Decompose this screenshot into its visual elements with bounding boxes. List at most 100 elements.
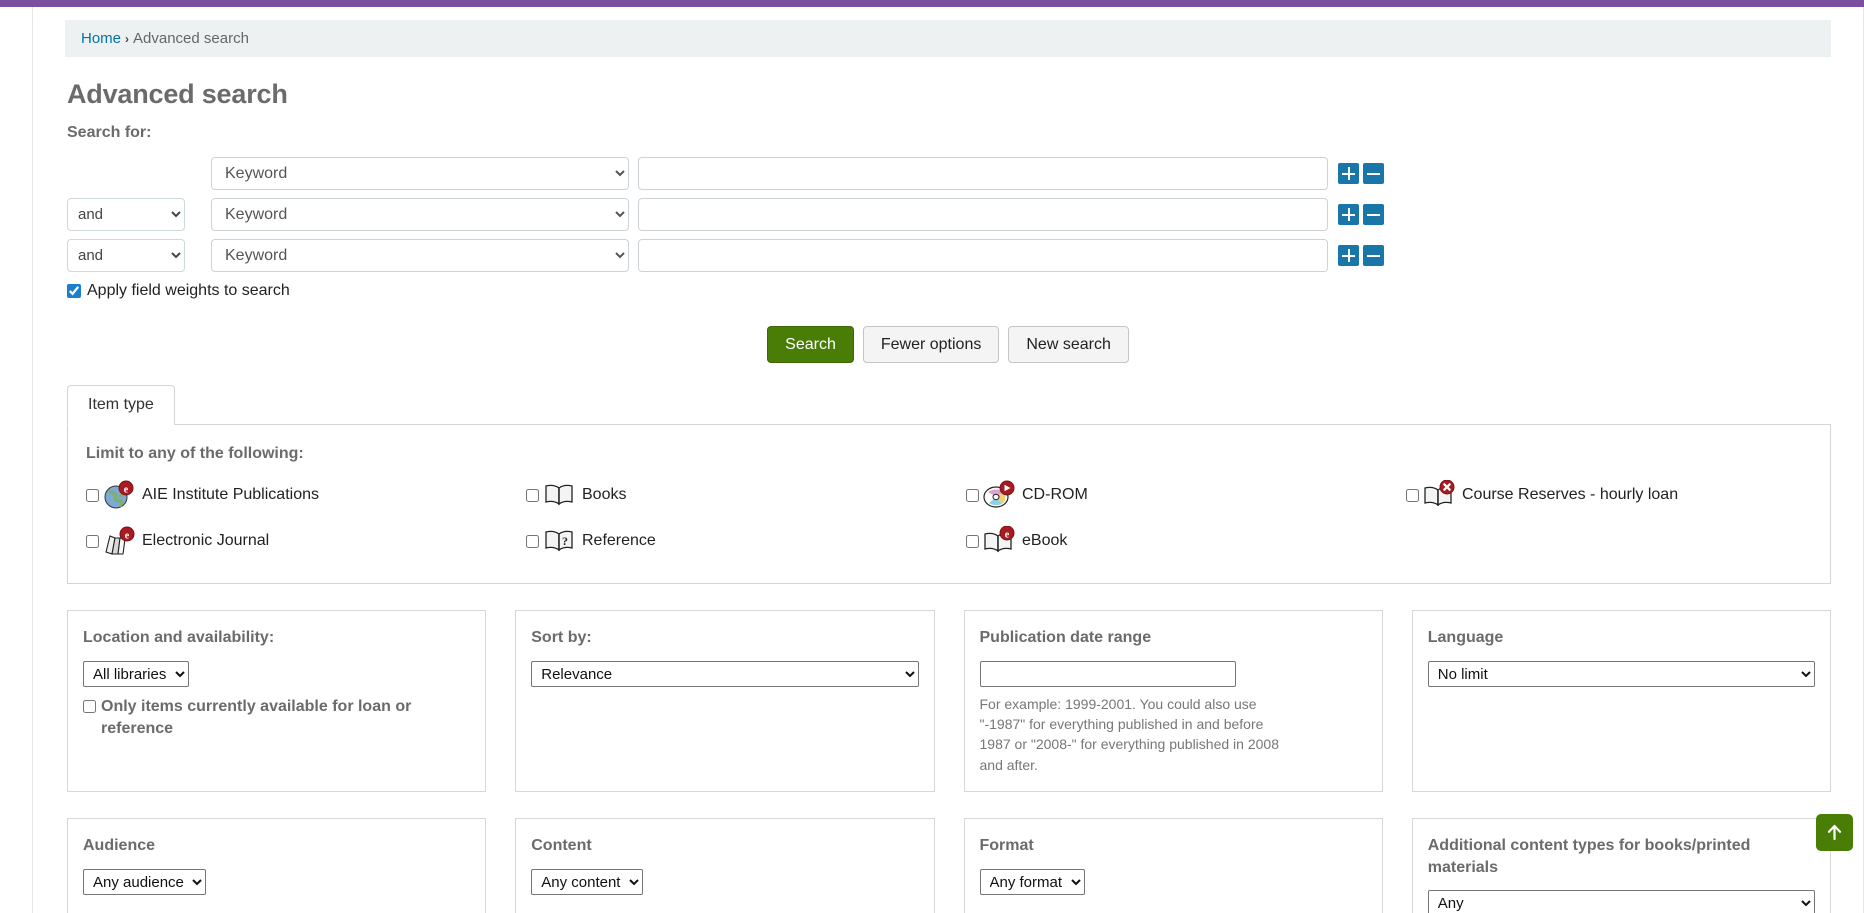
field-select-cell-1: Keyword [211, 156, 629, 190]
breadcrumb-home-link[interactable]: Home [81, 30, 121, 47]
top-accent-bar [0, 0, 1864, 7]
remove-row-button-2[interactable] [1363, 203, 1384, 225]
audience-select[interactable]: Any audience [83, 868, 206, 895]
search-button[interactable]: Search [767, 326, 854, 364]
svg-text:e: e [125, 531, 130, 542]
available-only-label: Only items currently available for loan … [101, 697, 412, 738]
filter-title: Location and availability: [83, 629, 275, 647]
item-type-label: AIE Institute Publications [142, 486, 319, 504]
breadcrumb: Home › Advanced search [65, 20, 1831, 57]
breadcrumb-separator-icon: › [125, 32, 130, 46]
item-type-checkbox-books[interactable] [526, 488, 539, 502]
book-x-icon [1422, 479, 1456, 510]
item-type-checkbox-aie-institute-publications[interactable] [86, 488, 99, 502]
filter-audience: Audience Any audience [67, 817, 487, 913]
svg-text:?: ? [562, 534, 568, 548]
new-search-button[interactable]: New search [1008, 326, 1129, 364]
arrow-up-icon [1827, 824, 1842, 841]
boolean-operator-cell-2: and [67, 197, 189, 231]
row-controls-2 [1338, 203, 1384, 225]
tab-strip: Item type [67, 385, 1831, 426]
filter-language: Language No limit [1411, 610, 1831, 792]
journals-e-icon: e [102, 526, 136, 556]
add-row-button-1[interactable] [1338, 162, 1359, 184]
search-term-input-3[interactable] [638, 238, 1328, 272]
item-type-checkbox-electronic-journal[interactable] [86, 534, 99, 548]
available-only-row[interactable]: Only items currently available for loan … [83, 696, 470, 741]
filter-title: Content [531, 836, 592, 854]
content-select[interactable]: Any content [531, 868, 644, 895]
item-type-label: Books [582, 486, 627, 504]
library-select[interactable]: All libraries [83, 660, 189, 687]
field-select-cell-3: Keyword [211, 238, 629, 272]
filter-title: Sort by: [531, 629, 592, 647]
boolean-operator-select-2[interactable]: and [67, 197, 185, 231]
search-term-cell-1 [638, 156, 1328, 190]
item-type-option-course-reserves-hourly-loan[interactable]: Course Reserves - hourly loan [1406, 477, 1812, 513]
item-type-checkbox-cd-rom[interactable] [966, 488, 979, 502]
remove-row-button-3[interactable] [1363, 244, 1384, 266]
search-field-select-1[interactable]: Keyword [211, 156, 629, 190]
boolean-operator-select-3[interactable]: and [67, 238, 185, 272]
search-field-select-3[interactable]: Keyword [211, 238, 629, 272]
search-term-input-1[interactable] [638, 156, 1328, 190]
search-rows: Keyword and Keyword and Keyword [67, 156, 1831, 272]
item-type-checkbox-course-reserves-hourly-loan[interactable] [1406, 488, 1419, 502]
search-actions: Search Fewer options New search [65, 326, 1831, 364]
item-type-label: Electronic Journal [142, 532, 270, 550]
row-controls-3 [1338, 244, 1384, 266]
add-row-button-3[interactable] [1338, 244, 1359, 266]
book-e-icon: e [982, 525, 1016, 556]
item-type-option-cd-rom[interactable]: CD-ROM [966, 477, 1406, 513]
remove-row-button-1[interactable] [1363, 162, 1384, 184]
item-type-label: CD-ROM [1022, 486, 1088, 504]
item-type-label: Course Reserves - hourly loan [1462, 486, 1679, 504]
publication-date-hint: For example: 1999-2001. You could also u… [979, 695, 1279, 773]
fewer-options-button[interactable]: Fewer options [862, 326, 1000, 364]
item-type-tabs: Item type Limit to any of the following:… [67, 385, 1831, 585]
search-field-select-2[interactable]: Keyword [211, 197, 629, 231]
filter-location-and-availability: Location and availability: All libraries… [67, 610, 487, 792]
filter-format: Format Any format [963, 817, 1383, 913]
field-select-cell-2: Keyword [211, 197, 629, 231]
filter-title: Additional content types for books/print… [1427, 836, 1751, 876]
available-only-checkbox[interactable] [83, 699, 96, 713]
item-type-checkbox-reference[interactable] [526, 534, 539, 548]
breadcrumb-current: Advanced search [133, 30, 249, 47]
row-controls-1 [1338, 162, 1384, 184]
open-book-icon [542, 480, 576, 510]
format-select[interactable]: Any format [979, 868, 1085, 895]
publication-date-range-input[interactable] [979, 660, 1236, 687]
item-type-option-ebook[interactable]: e eBook [966, 523, 1406, 559]
scroll-to-top-button[interactable] [1816, 814, 1853, 851]
language-select[interactable]: No limit [1427, 660, 1815, 687]
add-row-button-2[interactable] [1338, 203, 1359, 225]
filters-row-1: Location and availability: All libraries… [67, 610, 1831, 792]
search-term-input-2[interactable] [638, 197, 1328, 231]
globe-e-icon: e [102, 480, 136, 510]
filter-content: Content Any content [515, 817, 935, 913]
search-for-label: Search for: [67, 124, 152, 141]
item-type-checkbox-ebook[interactable] [966, 534, 979, 548]
filter-title: Language [1427, 629, 1504, 647]
search-term-cell-3 [638, 238, 1328, 272]
additional-content-types-select[interactable]: Any [1427, 890, 1815, 913]
item-type-option-electronic-journal[interactable]: e Electronic Journal [86, 523, 526, 559]
apply-field-weights-label: Apply field weights to search [87, 282, 290, 299]
apply-field-weights-checkbox[interactable] [67, 284, 81, 298]
svg-text:e: e [1005, 530, 1010, 541]
item-type-option-books[interactable]: Books [526, 477, 966, 513]
item-type-label: Reference [582, 532, 656, 550]
filter-sort-by: Sort by: Relevance [515, 610, 935, 792]
apply-field-weights-row[interactable]: Apply field weights to search [67, 282, 1831, 300]
item-type-option-reference[interactable]: ? Reference [526, 523, 966, 559]
limit-to-label: Limit to any of the following: [86, 445, 304, 463]
cd-rom-icon [982, 480, 1016, 510]
book-question-icon: ? [542, 526, 576, 556]
item-type-option-aie-institute-publications[interactable]: e AIE Institute Publications [86, 477, 526, 513]
page-title: Advanced search [67, 79, 288, 109]
search-row: Keyword [67, 156, 1831, 190]
tab-item-type[interactable]: Item type [67, 385, 175, 426]
boolean-operator-cell-3: and [67, 238, 189, 272]
sort-by-select[interactable]: Relevance [531, 660, 919, 687]
